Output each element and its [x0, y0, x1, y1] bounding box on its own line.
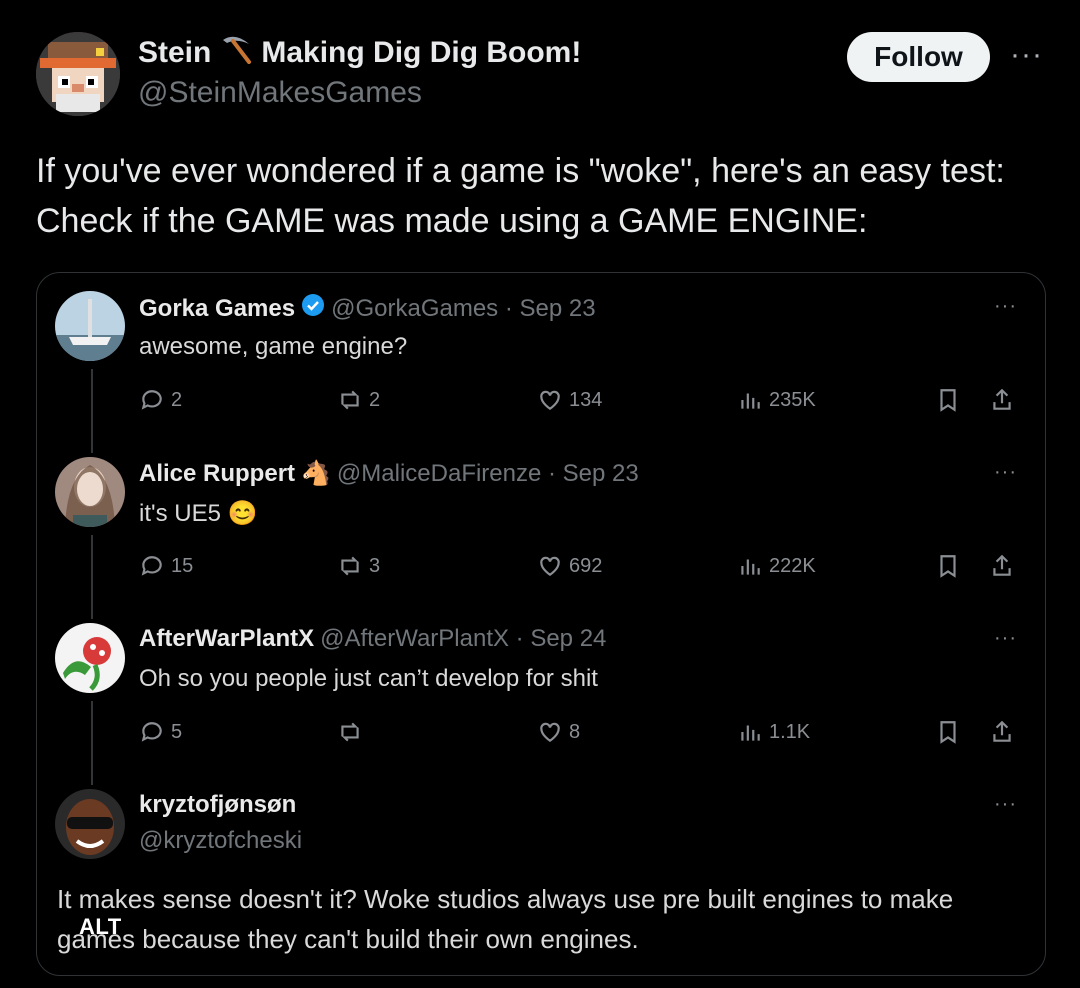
repost-count: 3 — [337, 553, 380, 579]
more-options-icon: ··· — [994, 295, 1017, 317]
heart-icon — [540, 390, 560, 410]
repost-icon — [341, 722, 359, 742]
comment-icon — [141, 556, 162, 576]
view-count: 235K — [737, 387, 816, 413]
more-options-icon: ··· — [994, 627, 1017, 649]
reply-handle: @kryztofcheski — [139, 827, 303, 854]
repost-icon — [341, 390, 359, 410]
post-text: If you've ever wondered if a game is "wo… — [36, 152, 1005, 240]
alt-badge[interactable]: ALT — [79, 914, 122, 940]
repost-count — [337, 719, 369, 745]
share-icon — [989, 553, 1015, 579]
reply-count: 5 — [139, 719, 182, 745]
repost-icon — [341, 556, 359, 576]
like-count: 134 — [537, 387, 602, 413]
embedded-image[interactable]: Gorka Games @GorkaGames · Sep 23 awesome… — [36, 272, 1046, 976]
author-handle[interactable]: @SteinMakesGames — [138, 76, 422, 110]
more-options-icon[interactable]: ··· — [1010, 38, 1043, 72]
view-count: 1.1K — [737, 719, 810, 745]
reply-author-name: AfterWarPlantX — [139, 625, 315, 652]
avatar — [55, 623, 125, 693]
reply-text: it's UE5 😊 — [139, 500, 258, 527]
bookmark-icon — [935, 553, 961, 579]
thread-line — [91, 701, 93, 785]
avatar — [55, 457, 125, 527]
pickaxe-icon — [219, 34, 253, 72]
author-name[interactable]: Stein Making Dig Dig Boom! — [138, 34, 581, 72]
reply-meta: @MaliceDaFirenze · Sep 23 — [336, 459, 639, 487]
bookmark-icon — [935, 387, 961, 413]
heart-icon — [540, 556, 560, 576]
follow-button[interactable]: Follow — [847, 32, 990, 82]
thread-line — [91, 369, 93, 453]
repost-count: 2 — [337, 387, 380, 413]
reply-text: It makes sense doesn't it? Woke studios … — [57, 884, 954, 954]
more-options-icon: ··· — [994, 461, 1017, 483]
horse-emoji-icon: 🐴 — [301, 460, 331, 487]
analytics-icon — [741, 559, 760, 575]
reply-header: Gorka Games @GorkaGames · Sep 23 — [139, 293, 596, 324]
reply-author-name: Alice Ruppert — [139, 459, 296, 487]
avatar — [55, 291, 125, 361]
reply-author-name: Gorka Games — [139, 294, 296, 322]
reply-count: 2 — [139, 387, 182, 413]
comment-icon — [141, 390, 162, 410]
reply-author-name: kryztofjønsøn — [139, 791, 297, 818]
reply-header: kryztofjønsøn — [139, 791, 296, 819]
view-count: 222K — [737, 553, 816, 579]
share-icon — [989, 719, 1015, 745]
reply-text: awesome, game engine? — [139, 333, 408, 360]
verified-badge-icon — [301, 293, 325, 324]
reply-meta: @GorkaGames · Sep 23 — [331, 294, 596, 322]
name-suffix: Making Dig Dig Boom! — [261, 36, 582, 69]
reply-header: Alice Ruppert 🐴 @MaliceDaFirenze · Sep 2… — [139, 459, 639, 488]
reply-text: Oh so you people just can’t develop for … — [139, 665, 598, 692]
avatar — [55, 789, 125, 859]
smile-emoji-icon: 😊 — [227, 500, 258, 527]
heart-icon — [540, 722, 560, 742]
analytics-icon — [741, 725, 760, 741]
analytics-icon — [741, 393, 760, 409]
share-icon — [989, 387, 1015, 413]
comment-icon — [141, 722, 162, 742]
reply-meta: @AfterWarPlantX · Sep 24 — [320, 625, 607, 652]
thread-line — [91, 535, 93, 619]
reply-count: 15 — [139, 553, 193, 579]
bookmark-icon — [935, 719, 961, 745]
avatar[interactable] — [36, 32, 120, 116]
display-name: Stein — [138, 36, 212, 69]
like-count: 8 — [537, 719, 580, 745]
like-count: 692 — [537, 553, 602, 579]
more-options-icon: ··· — [994, 793, 1017, 815]
reply-header: AfterWarPlantX @AfterWarPlantX · Sep 24 — [139, 625, 606, 653]
